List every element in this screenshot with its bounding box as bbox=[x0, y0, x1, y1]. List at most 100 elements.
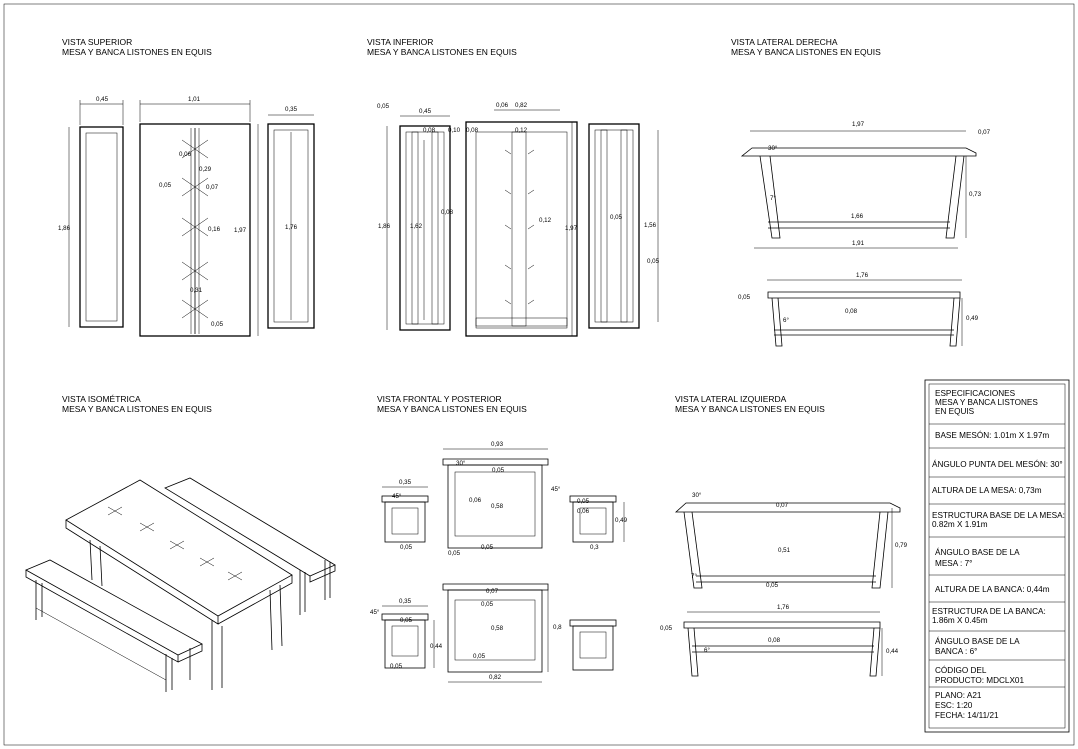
dim-label: 45° bbox=[370, 609, 380, 616]
view-subtitle: MESA Y BANCA LISTONES EN EQUIS bbox=[62, 47, 212, 57]
spec-title-line: ESPECIFICACIONES bbox=[935, 389, 1016, 398]
dim-label: 7° bbox=[691, 573, 697, 580]
dim-label: 0,49 bbox=[966, 315, 979, 322]
dim-label: 0,51 bbox=[778, 547, 791, 554]
dim-label: 0,58 bbox=[491, 503, 504, 510]
spec-row: ESTRUCTURA BASE DE LA MESA: bbox=[932, 511, 1065, 520]
spec-row: MESA : 7° bbox=[935, 559, 972, 568]
spec-row: ALTURA DE LA BANCA: 0,44m bbox=[935, 585, 1050, 594]
spec-row: ÁNGULO BASE DE LA bbox=[935, 547, 1020, 557]
dim-label: 0,82 bbox=[489, 674, 502, 681]
view-subtitle: MESA Y BANCA LISTONES EN EQUIS bbox=[367, 47, 517, 57]
dim-label: 0,08 bbox=[423, 127, 436, 134]
view-subtitle: MESA Y BANCA LISTONES EN EQUIS bbox=[675, 404, 825, 414]
dim-label: 0,05 bbox=[610, 214, 623, 221]
view-title: VISTA LATERAL IZQUIERDA bbox=[675, 394, 787, 404]
dim-label: 30° bbox=[692, 492, 702, 499]
dim-label: 0,08 bbox=[441, 209, 454, 216]
dim-label: 0,08 bbox=[845, 308, 858, 315]
dim-label: 0,06 bbox=[496, 102, 509, 109]
view-lateral-izquierda: VISTA LATERAL IZQUIERDA MESA Y BANCA LIS… bbox=[660, 394, 908, 677]
dim-label: 0,05 bbox=[647, 258, 660, 265]
dim-label: 0,93 bbox=[491, 441, 504, 448]
dim-label: 0,05 bbox=[400, 544, 413, 551]
view-title: VISTA FRONTAL Y POSTERIOR bbox=[377, 394, 502, 404]
dim-label: 0,12 bbox=[515, 127, 528, 134]
dim-label: 0,05 bbox=[481, 601, 494, 608]
dim-label: 0,73 bbox=[969, 191, 982, 198]
dim-label: 0,05 bbox=[660, 625, 673, 632]
dim-label: 0,05 bbox=[577, 498, 590, 505]
dim-label: 0,44 bbox=[430, 643, 443, 650]
sheet-border bbox=[3, 3, 1075, 746]
dim-label: 0,31 bbox=[190, 287, 203, 294]
dim-label: 0,07 bbox=[978, 129, 991, 136]
dim-label: 0,12 bbox=[539, 217, 552, 224]
dim-label: 1,76 bbox=[285, 224, 298, 231]
dim-label: 0,45 bbox=[96, 96, 109, 103]
spec-title-line: EN EQUIS bbox=[935, 407, 975, 416]
dim-label: 0,05 bbox=[473, 653, 486, 660]
spec-row: PLANO: A21 bbox=[935, 691, 982, 700]
dim-label: 0,05 bbox=[481, 544, 494, 551]
spec-row: FECHA: 14/11/21 bbox=[935, 711, 999, 720]
dim-label: 1,76 bbox=[777, 604, 790, 611]
dim-label: 0,8 bbox=[553, 624, 562, 631]
spec-row: CÓDIGO DEL bbox=[935, 665, 987, 675]
dim-label: 0,58 bbox=[491, 625, 504, 632]
dim-label: 45° bbox=[392, 493, 402, 500]
dim-label: 1,01 bbox=[188, 96, 201, 103]
dim-label: 0,3 bbox=[590, 544, 599, 551]
dim-label: 0,45 bbox=[419, 108, 432, 115]
drawing-sheet: VISTA SUPERIOR MESA Y BANCA LISTONES EN … bbox=[3, 3, 1075, 746]
dim-label: 30° bbox=[768, 145, 778, 152]
dim-label: 0,06 bbox=[179, 151, 192, 158]
dim-label: 1,97 bbox=[852, 121, 865, 128]
dim-label: 6° bbox=[704, 647, 710, 654]
dim-label: 1,86 bbox=[58, 225, 71, 232]
dim-label: 1,97 bbox=[234, 227, 247, 234]
view-inferior: VISTA INFERIOR MESA Y BANCA LISTONES EN … bbox=[367, 37, 660, 337]
dim-label: 1,91 bbox=[852, 240, 865, 247]
spec-row: ESC: 1:20 bbox=[935, 701, 973, 710]
dim-label: 0,05 bbox=[400, 617, 413, 624]
view-frontal: VISTA FRONTAL Y POSTERIOR MESA Y BANCA L… bbox=[370, 394, 628, 683]
dim-label: 1,66 bbox=[851, 213, 864, 220]
dim-label: 1,62 bbox=[410, 223, 423, 230]
dim-label: 0,35 bbox=[399, 598, 412, 605]
spec-row: BASE MESÓN: 1.01m X 1.97m bbox=[935, 430, 1049, 440]
view-subtitle: MESA Y BANCA LISTONES EN EQUIS bbox=[62, 404, 212, 414]
view-title: VISTA LATERAL DERECHA bbox=[731, 37, 838, 47]
dim-label: 7° bbox=[770, 195, 776, 202]
dim-label: 0,08 bbox=[768, 637, 781, 644]
dim-label: 1,56 bbox=[644, 222, 657, 229]
dim-label: 0,07 bbox=[486, 588, 499, 595]
dim-label: 0,06 bbox=[577, 508, 590, 515]
spec-row: PRODUCTO: MDCLX01 bbox=[935, 676, 1024, 685]
specifications-table: ESPECIFICACIONES MESA Y BANCA LISTONES E… bbox=[924, 379, 1070, 733]
dim-label: 0,06 bbox=[469, 497, 482, 504]
dim-label: 0,49 bbox=[615, 517, 628, 524]
dim-label: 0,05 bbox=[211, 321, 224, 328]
spec-row: 0.82m X 1.91m bbox=[932, 520, 988, 529]
dim-label: 0,05 bbox=[738, 294, 751, 301]
dim-label: 0,07 bbox=[776, 502, 789, 509]
dim-label: 0,05 bbox=[448, 550, 461, 557]
dim-label: 45° bbox=[551, 486, 561, 493]
dim-label: 0,16 bbox=[208, 226, 221, 233]
dim-label: 6° bbox=[783, 317, 789, 324]
spec-row: ÁNGULO BASE DE LA bbox=[935, 636, 1020, 646]
view-superior: VISTA SUPERIOR MESA Y BANCA LISTONES EN … bbox=[58, 37, 315, 337]
dim-label: 0,29 bbox=[199, 166, 212, 173]
view-title: VISTA ISOMÉTRICA bbox=[62, 394, 141, 404]
dim-label: 0,05 bbox=[492, 467, 505, 474]
spec-row: ALTURA DE LA MESA: 0,73m bbox=[932, 486, 1042, 495]
view-lateral-derecha: VISTA LATERAL DERECHA MESA Y BANCA LISTO… bbox=[731, 37, 991, 347]
spec-row: ESTRUCTURA DE LA BANCA: bbox=[932, 607, 1046, 616]
spec-row: BANCA : 6° bbox=[935, 647, 977, 656]
spec-row: 1.86m X 0.45m bbox=[932, 616, 988, 625]
view-title: VISTA INFERIOR bbox=[367, 37, 433, 47]
dim-label: 30° bbox=[456, 460, 466, 467]
view-subtitle: MESA Y BANCA LISTONES EN EQUIS bbox=[377, 404, 527, 414]
view-isometrica: VISTA ISOMÉTRICA MESA Y BANCA LISTONES E… bbox=[25, 394, 336, 692]
